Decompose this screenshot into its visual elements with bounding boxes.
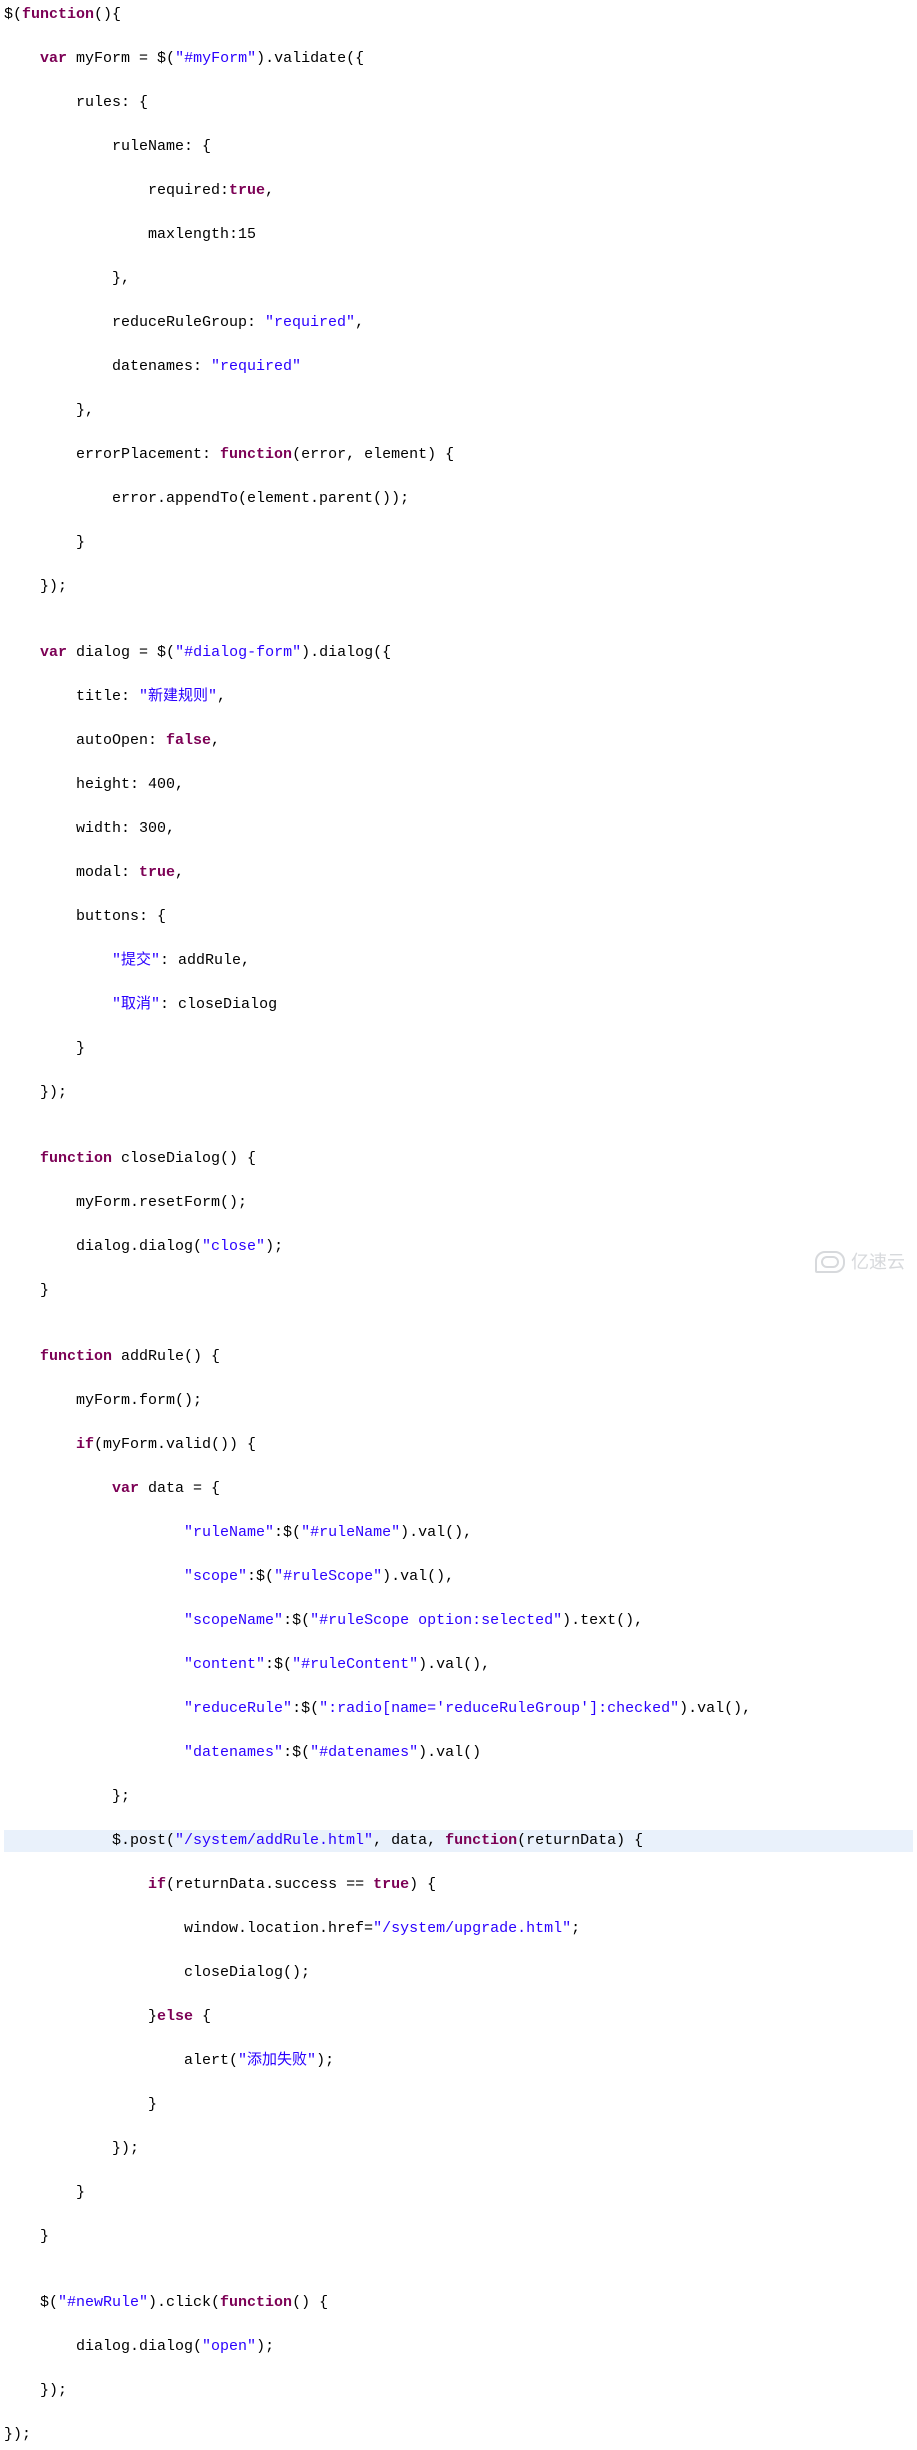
code-line: "scopeName":$("#ruleScope option:selecte…: [4, 1610, 913, 1632]
code-line: dialog.dialog("close");: [4, 1236, 913, 1258]
code-line: dialog.dialog("open");: [4, 2336, 913, 2358]
code-line: $(function(){: [4, 4, 913, 26]
code-line: reduceRuleGroup: "required",: [4, 312, 913, 334]
code-line: buttons: {: [4, 906, 913, 928]
code-line: function closeDialog() {: [4, 1148, 913, 1170]
code-line: closeDialog();: [4, 1962, 913, 1984]
code-line: ruleName: {: [4, 136, 913, 158]
code-line: "ruleName":$("#ruleName").val(),: [4, 1522, 913, 1544]
code-line: maxlength:15: [4, 224, 913, 246]
code-line: });: [4, 1082, 913, 1104]
code-line: var dialog = $("#dialog-form").dialog({: [4, 642, 913, 664]
code-line: $("#newRule").click(function() {: [4, 2292, 913, 2314]
code-line: myForm.form();: [4, 1390, 913, 1412]
code-line: title: "新建规则",: [4, 686, 913, 708]
code-line: required:true,: [4, 180, 913, 202]
code-line: myForm.resetForm();: [4, 1192, 913, 1214]
code-line: }: [4, 1038, 913, 1060]
code-line: "取消": closeDialog: [4, 994, 913, 1016]
code-line: if(myForm.valid()) {: [4, 1434, 913, 1456]
code-line: error.appendTo(element.parent());: [4, 488, 913, 510]
code-line: var data = {: [4, 1478, 913, 1500]
code-line: width: 300,: [4, 818, 913, 840]
code-line: }else {: [4, 2006, 913, 2028]
code-line: }: [4, 2182, 913, 2204]
code-line: }: [4, 1280, 913, 1302]
code-line: "scope":$("#ruleScope").val(),: [4, 1566, 913, 1588]
code-line: },: [4, 268, 913, 290]
code-line: datenames: "required": [4, 356, 913, 378]
code-line: alert("添加失败");: [4, 2050, 913, 2072]
code-line: height: 400,: [4, 774, 913, 796]
code-line: var myForm = $("#myForm").validate({: [4, 48, 913, 70]
code-line: });: [4, 2380, 913, 2402]
code-line: }: [4, 2094, 913, 2116]
code-line: modal: true,: [4, 862, 913, 884]
code-line: }: [4, 532, 913, 554]
code-line: "提交": addRule,: [4, 950, 913, 972]
code-line: window.location.href="/system/upgrade.ht…: [4, 1918, 913, 1940]
code-line: function addRule() {: [4, 1346, 913, 1368]
code-line: rules: {: [4, 92, 913, 114]
code-line: errorPlacement: function(error, element)…: [4, 444, 913, 466]
code-block: $(function(){ var myForm = $("#myForm").…: [4, 4, 913, 2446]
code-line: };: [4, 1786, 913, 1808]
code-line: });: [4, 2138, 913, 2160]
code-line: $.post("/system/addRule.html", data, fun…: [4, 1830, 913, 1852]
code-line: if(returnData.success == true) {: [4, 1874, 913, 1896]
code-line: autoOpen: false,: [4, 730, 913, 752]
code-line: },: [4, 400, 913, 422]
code-line: "content":$("#ruleContent").val(),: [4, 1654, 913, 1676]
code-line: "datenames":$("#datenames").val(): [4, 1742, 913, 1764]
code-line: });: [4, 576, 913, 598]
code-line: "reduceRule":$(":radio[name='reduceRuleG…: [4, 1698, 913, 1720]
code-line: }: [4, 2226, 913, 2248]
code-line: });: [4, 2424, 913, 2446]
